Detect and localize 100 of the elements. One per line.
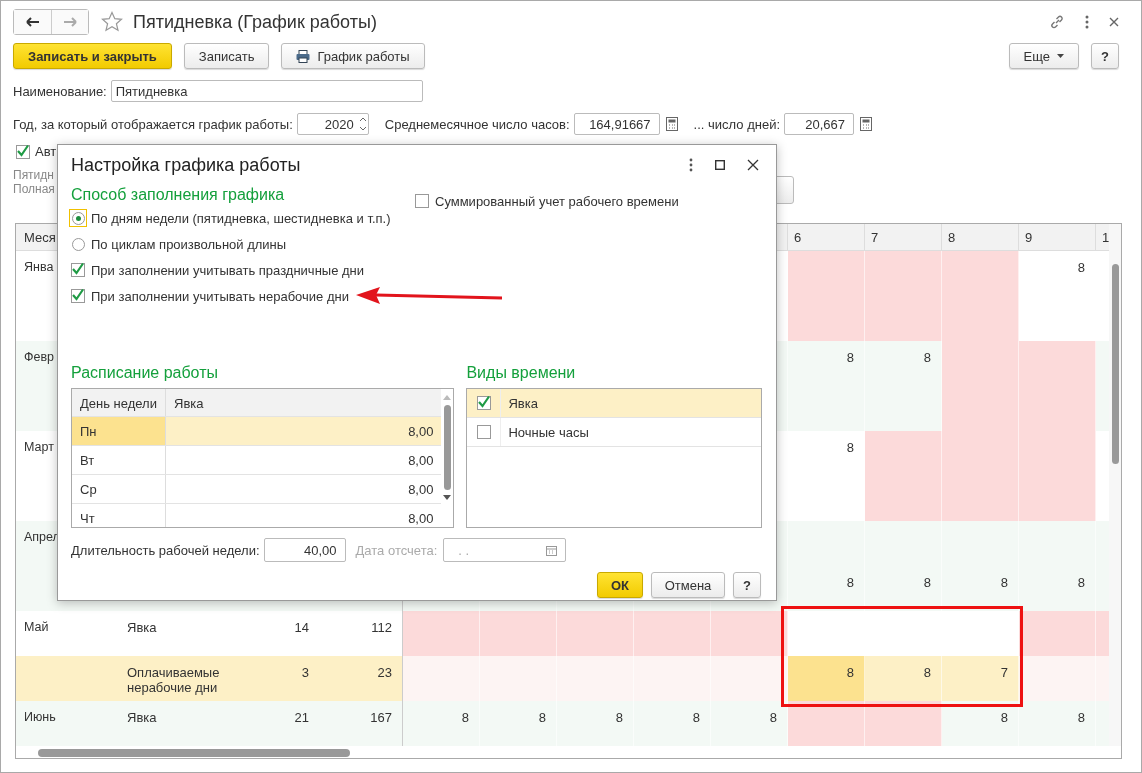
help-button[interactable]: ? — [1091, 43, 1119, 69]
column-header: 6 — [788, 224, 865, 250]
day-cell[interactable] — [480, 611, 557, 656]
time-type-cell: Явка — [127, 620, 157, 635]
day-cell[interactable] — [942, 251, 1019, 341]
help-button[interactable]: ? — [733, 572, 761, 598]
weekday-cell[interactable]: Чт — [72, 504, 166, 527]
ok-button[interactable]: ОК — [597, 572, 643, 598]
month-cell: Май — [24, 620, 49, 634]
checkbox[interactable] — [476, 425, 491, 439]
window-title: Пятидневка (График работы) — [133, 11, 377, 33]
day-cell[interactable] — [557, 611, 634, 656]
hours-cell[interactable]: 8,00 — [166, 446, 442, 474]
field-label: Наименование: — [13, 83, 107, 99]
time-kind-label[interactable]: Явка — [508, 395, 538, 411]
save-and-close-button[interactable]: Записать и закрыть — [13, 43, 172, 69]
day-cell[interactable] — [942, 431, 1019, 521]
weekday-cell[interactable]: Пн — [72, 417, 166, 445]
week-length-field[interactable]: 40,00 — [263, 538, 346, 562]
info-text: Полная — [13, 182, 55, 196]
day-cell[interactable] — [788, 701, 865, 746]
column-header: 8 — [942, 224, 1019, 250]
radio-button[interactable] — [69, 209, 87, 227]
weekday-cell[interactable]: Ср — [72, 475, 166, 503]
close-icon[interactable] — [747, 159, 759, 171]
hours-cell: 23 — [377, 665, 392, 680]
day-cell[interactable] — [480, 656, 557, 701]
option-label: При заполнении учитывать праздничные дни — [91, 262, 365, 278]
checkbox[interactable] — [71, 263, 85, 277]
hours-cell: 167 — [370, 710, 392, 725]
day-cell[interactable] — [634, 611, 711, 656]
year-field[interactable]: 2020 — [296, 113, 369, 135]
cancel-button[interactable]: Отмена — [651, 572, 725, 598]
name-field[interactable]: Пятидневка — [110, 80, 423, 102]
time-kind-label[interactable]: Ночные часы — [508, 424, 589, 440]
calculator-icon[interactable] — [860, 117, 872, 131]
star-icon[interactable] — [101, 11, 123, 33]
info-text: Пятидн — [13, 168, 54, 182]
hours-cell[interactable]: 8,00 — [166, 504, 442, 527]
printer-icon — [296, 49, 311, 63]
calculator-icon[interactable] — [665, 117, 678, 131]
days-cell: 21 — [294, 710, 309, 725]
more-icon[interactable] — [689, 158, 693, 172]
day-cell[interactable] — [1019, 611, 1096, 656]
left-arrow-icon — [25, 17, 40, 27]
time-type-cell: Явка — [127, 710, 157, 725]
caret-icon — [1057, 54, 1064, 58]
day-cell[interactable] — [711, 656, 788, 701]
day-cell[interactable]: 8 — [788, 656, 865, 701]
hours-cell: 112 — [371, 620, 392, 635]
back-button[interactable] — [14, 10, 51, 34]
month-cell: Июнь — [24, 710, 56, 724]
hours-cell[interactable]: 8,00 — [166, 475, 442, 503]
days-cell: 3 — [301, 665, 309, 680]
time-type-cell: Оплачиваемые нерабочие дни — [127, 665, 220, 695]
maximize-icon[interactable] — [715, 160, 725, 170]
section-heading: Расписание работы — [71, 363, 219, 383]
month-cell: Февр — [24, 350, 55, 364]
hours-cell[interactable]: 8,00 — [166, 417, 442, 445]
link-icon[interactable] — [1049, 14, 1065, 30]
day-cell[interactable] — [403, 656, 480, 701]
day-cell[interactable] — [1019, 431, 1096, 521]
close-icon[interactable] — [1109, 17, 1119, 27]
checkbox[interactable] — [415, 194, 429, 208]
section-heading: Способ заполнения графика — [71, 185, 286, 205]
up-arrow-icon[interactable] — [443, 395, 452, 400]
print-button[interactable]: График работы — [281, 43, 425, 69]
column-header: День недели — [72, 389, 166, 416]
save-button[interactable]: Записать — [183, 43, 270, 69]
hours-field[interactable]: 164,91667 — [573, 113, 660, 135]
down-arrow-icon[interactable] — [443, 495, 452, 500]
field-label: Длительность рабочей недели: — [71, 542, 260, 558]
weekday-cell[interactable]: Вт — [72, 446, 166, 474]
day-cell[interactable] — [1019, 341, 1096, 431]
day-cell[interactable] — [788, 251, 865, 341]
checkbox[interactable] — [71, 289, 85, 303]
days-cell: 14 — [294, 620, 309, 635]
day-cell[interactable] — [557, 656, 634, 701]
day-cell[interactable] — [865, 251, 942, 341]
option-label: По дням недели (пятидневка, шестидневка и т.п.) — [91, 210, 391, 226]
right-arrow-icon — [63, 17, 77, 27]
column-header: Явка — [173, 395, 205, 413]
checkbox[interactable] — [16, 144, 30, 159]
days-field[interactable]: 20,667 — [784, 113, 854, 135]
more-button[interactable]: Еще — [1008, 43, 1079, 69]
day-cell[interactable] — [403, 611, 480, 656]
day-cell[interactable] — [711, 611, 788, 656]
section-heading: Виды времени — [466, 363, 577, 383]
vertical-scrollbar[interactable] — [1109, 224, 1121, 746]
checkbox-label: Авт — [35, 144, 57, 159]
field-label: ... число дней: — [693, 116, 780, 132]
column-header: 7 — [865, 224, 942, 250]
day-cell[interactable] — [1019, 656, 1096, 701]
month-cell: Март — [24, 440, 54, 454]
day-cell[interactable] — [634, 656, 711, 701]
day-cell[interactable] — [865, 431, 942, 521]
more-icon[interactable] — [1085, 15, 1089, 29]
day-cell[interactable] — [865, 701, 942, 746]
field-label: Среднемесячное число часов: — [384, 116, 570, 132]
checkbox[interactable] — [476, 396, 491, 410]
